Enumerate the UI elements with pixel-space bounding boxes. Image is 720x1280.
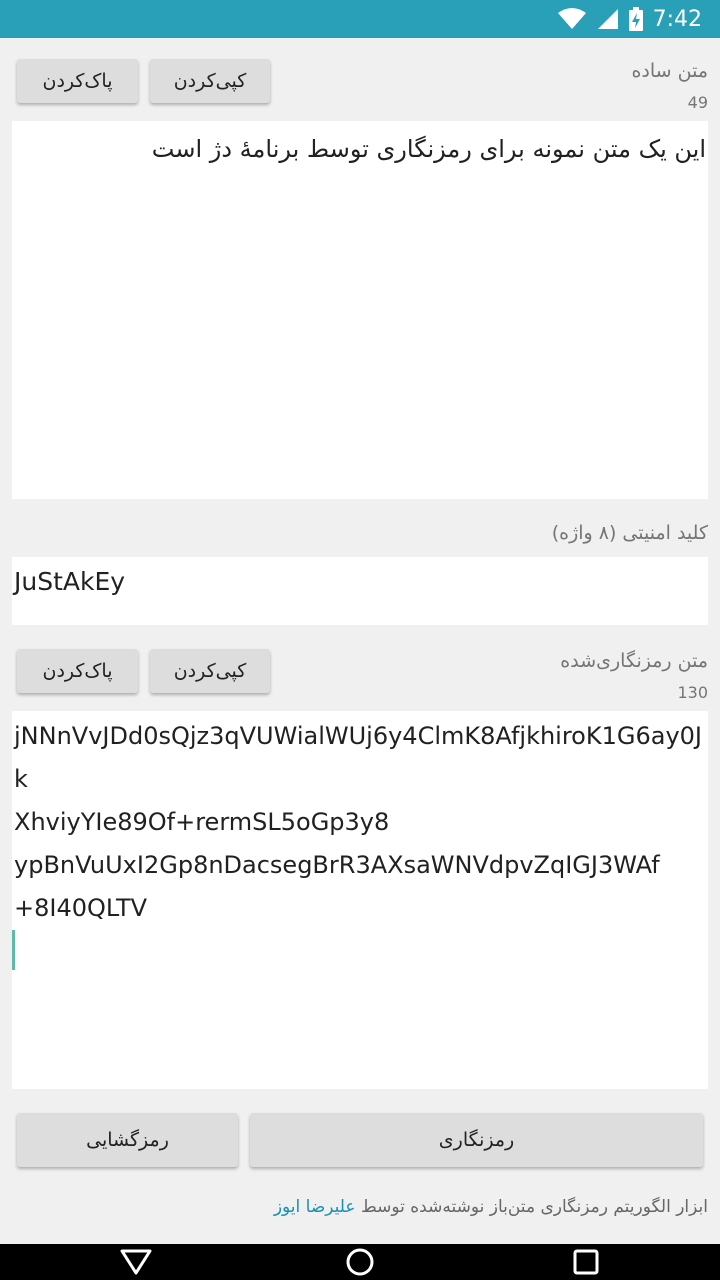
cipher-copy-button[interactable]: کپی‌کردن <box>150 649 270 693</box>
cipher-text-content: jNNnVvJDd0sQjz3qVUWialWUj6y4ClmK8Afjkhir… <box>14 722 702 922</box>
plain-text-label: متن ساده <box>631 60 708 82</box>
encrypt-button[interactable]: رمزنگاری <box>250 1113 703 1167</box>
plain-clear-button[interactable]: پاک‌کردن <box>17 59 138 103</box>
navigation-bar <box>0 1244 720 1280</box>
back-icon <box>120 1249 152 1275</box>
key-label: کلید امنیتی (۸ واژه) <box>551 522 708 544</box>
plain-text-counter: 49 <box>687 93 708 112</box>
text-cursor <box>12 930 15 970</box>
status-bar: 7:42 <box>0 0 720 38</box>
back-button[interactable] <box>106 1244 166 1280</box>
recents-button[interactable] <box>556 1244 616 1280</box>
main-content: متن ساده 49 کپی‌کردن پاک‌کردن این یک متن… <box>0 38 720 1244</box>
wifi-icon <box>557 8 586 29</box>
signal-icon <box>597 9 618 29</box>
recents-icon <box>573 1249 599 1275</box>
home-icon <box>346 1248 374 1276</box>
status-time: 7:42 <box>652 6 702 32</box>
plain-copy-button[interactable]: کپی‌کردن <box>150 59 270 103</box>
author-link[interactable]: علیرضا ایوز <box>274 1197 356 1217</box>
home-button[interactable] <box>330 1244 390 1280</box>
cipher-text-label: متن رمزنگاری‌شده <box>560 650 708 672</box>
key-input[interactable]: JuStAkEy <box>12 557 708 625</box>
decrypt-button[interactable]: رمزگشایی <box>17 1113 238 1167</box>
cipher-clear-button[interactable]: پاک‌کردن <box>17 649 138 693</box>
footer-text: ابزار الگوریتم رمزنگاری متن‌باز نوشته‌شد… <box>360 1197 708 1217</box>
footer-credit: ابزار الگوریتم رمزنگاری متن‌باز نوشته‌شد… <box>274 1197 708 1217</box>
cipher-text-counter: 130 <box>677 683 708 702</box>
battery-icon <box>628 7 643 31</box>
cipher-text-input[interactable]: jNNnVvJDd0sQjz3qVUWialWUj6y4ClmK8Afjkhir… <box>12 711 708 1089</box>
plain-text-input[interactable]: این یک متن نمونه برای رمزنگاری توسط برنا… <box>12 121 708 499</box>
status-icons: 7:42 <box>557 0 702 38</box>
